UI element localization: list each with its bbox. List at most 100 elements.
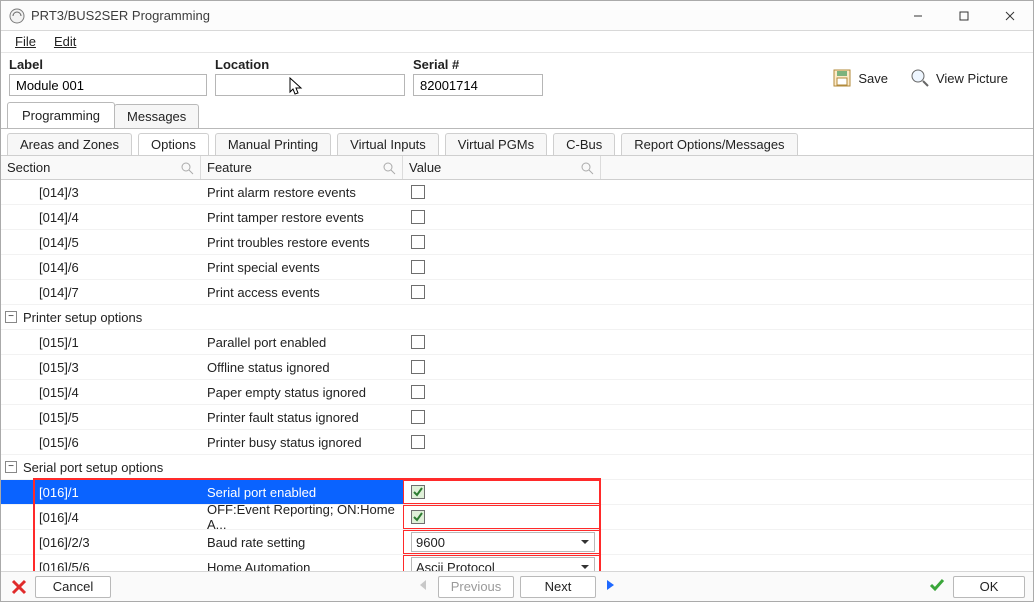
col-section-label: Section: [7, 160, 50, 175]
cell-section: [014]/7: [1, 280, 201, 304]
col-feature-label: Feature: [207, 160, 252, 175]
cell-feature: Paper empty status ignored: [201, 380, 403, 404]
checkbox[interactable]: [411, 410, 425, 424]
table-row[interactable]: [015]/4 Paper empty status ignored: [1, 380, 1033, 405]
chevron-down-icon: [580, 562, 590, 571]
cell-feature: Printer busy status ignored: [201, 430, 403, 454]
ok-check-icon: [929, 577, 945, 596]
collapse-icon[interactable]: −: [5, 461, 17, 473]
cancel-button[interactable]: Cancel: [35, 576, 111, 598]
cell-value: [403, 505, 601, 529]
view-picture-button[interactable]: View Picture: [903, 63, 1015, 93]
checkbox[interactable]: [411, 360, 425, 374]
subtab-report-options[interactable]: Report Options/Messages: [621, 133, 797, 155]
checkbox[interactable]: [411, 485, 425, 499]
search-icon[interactable]: [180, 161, 194, 175]
field-group-serial: Serial #: [413, 57, 543, 96]
app-icon: [9, 8, 25, 24]
col-section[interactable]: Section: [1, 156, 201, 179]
search-icon[interactable]: [580, 161, 594, 175]
table-row[interactable]: [014]/5 Print troubles restore events: [1, 230, 1033, 255]
subtab-virtual-pgms[interactable]: Virtual PGMs: [445, 133, 547, 155]
cancel-label: Cancel: [53, 579, 93, 594]
next-button[interactable]: Next: [520, 576, 596, 598]
ok-button[interactable]: OK: [953, 576, 1025, 598]
cell-value: [403, 480, 601, 504]
cell-value: [403, 405, 601, 429]
checkbox[interactable]: [411, 210, 425, 224]
previous-label: Previous: [451, 579, 502, 594]
subtab-options[interactable]: Options: [138, 133, 209, 155]
previous-button[interactable]: Previous: [438, 576, 514, 598]
label-label: Label: [9, 57, 207, 72]
tab-messages-label: Messages: [127, 109, 186, 124]
subtab-virtual-inputs-label: Virtual Inputs: [350, 137, 426, 152]
cell-value: 9600: [403, 530, 601, 554]
table-row[interactable]: [014]/4 Print tamper restore events: [1, 205, 1033, 230]
checkbox[interactable]: [411, 435, 425, 449]
view-picture-label: View Picture: [936, 71, 1008, 86]
subtab-virtual-inputs[interactable]: Virtual Inputs: [337, 133, 439, 155]
cell-section: [014]/4: [1, 205, 201, 229]
checkbox[interactable]: [411, 510, 425, 524]
header-actions: Save View Picture: [825, 57, 1025, 93]
close-button[interactable]: [987, 1, 1033, 31]
cell-value: [403, 430, 601, 454]
checkbox[interactable]: [411, 285, 425, 299]
tab-programming[interactable]: Programming: [7, 102, 115, 128]
checkbox[interactable]: [411, 335, 425, 349]
cell-section: [015]/6: [1, 430, 201, 454]
checkbox[interactable]: [411, 185, 425, 199]
subtab-virtual-pgms-label: Virtual PGMs: [458, 137, 534, 152]
cell-feature: Parallel port enabled: [201, 330, 403, 354]
ok-label: OK: [980, 579, 999, 594]
checkbox[interactable]: [411, 260, 425, 274]
cell-feature: Offline status ignored: [201, 355, 403, 379]
table-row[interactable]: [016]/2/3 Baud rate setting 9600: [1, 530, 1033, 555]
table-row[interactable]: [014]/6 Print special events: [1, 255, 1033, 280]
next-arrow-icon: [602, 577, 618, 596]
table-row[interactable]: [014]/3 Print alarm restore events: [1, 180, 1033, 205]
content: Label Location Serial # Save: [1, 53, 1033, 571]
group-printer-setup[interactable]: − Printer setup options: [1, 305, 1033, 330]
cell-value: [403, 355, 601, 379]
app-window: PRT3/BUS2SER Programming File Edit Label…: [0, 0, 1034, 602]
cancel-icon: [9, 579, 29, 595]
cell-feature: Printer fault status ignored: [201, 405, 403, 429]
table-row[interactable]: [015]/6 Printer busy status ignored: [1, 430, 1033, 455]
cell-feature: Print tamper restore events: [201, 205, 403, 229]
maximize-button[interactable]: [941, 1, 987, 31]
combo-value: Ascii Protocol: [416, 560, 495, 572]
table-row[interactable]: [016]/1 Serial port enabled: [1, 480, 1033, 505]
label-input[interactable]: [9, 74, 207, 96]
combo[interactable]: Ascii Protocol: [411, 557, 595, 571]
grid-body[interactable]: [014]/3 Print alarm restore events [014]…: [1, 180, 1033, 571]
subtab-areas-zones[interactable]: Areas and Zones: [7, 133, 132, 155]
checkbox[interactable]: [411, 235, 425, 249]
col-value[interactable]: Value: [403, 156, 601, 179]
subtab-cbus[interactable]: C-Bus: [553, 133, 615, 155]
cell-section: [015]/3: [1, 355, 201, 379]
group-serial-setup[interactable]: − Serial port setup options: [1, 455, 1033, 480]
table-row[interactable]: [015]/1 Parallel port enabled: [1, 330, 1033, 355]
minimize-button[interactable]: [895, 1, 941, 31]
table-row[interactable]: [016]/5/6 Home Automation Ascii Protocol: [1, 555, 1033, 571]
subtab-cbus-label: C-Bus: [566, 137, 602, 152]
checkbox[interactable]: [411, 385, 425, 399]
tab-messages[interactable]: Messages: [114, 104, 199, 128]
col-feature[interactable]: Feature: [201, 156, 403, 179]
table-row[interactable]: [015]/3 Offline status ignored: [1, 355, 1033, 380]
subtab-options-label: Options: [151, 137, 196, 152]
menu-file[interactable]: File: [7, 32, 44, 51]
search-icon[interactable]: [382, 161, 396, 175]
table-row[interactable]: [015]/5 Printer fault status ignored: [1, 405, 1033, 430]
table-row[interactable]: [016]/4 OFF:Event Reporting; ON:Home A..…: [1, 505, 1033, 530]
combo[interactable]: 9600: [411, 532, 595, 552]
save-button[interactable]: Save: [825, 63, 895, 93]
location-input[interactable]: [215, 74, 405, 96]
subtab-manual-printing[interactable]: Manual Printing: [215, 133, 331, 155]
serial-input[interactable]: [413, 74, 543, 96]
collapse-icon[interactable]: −: [5, 311, 17, 323]
table-row[interactable]: [014]/7 Print access events: [1, 280, 1033, 305]
menu-edit[interactable]: Edit: [46, 32, 84, 51]
